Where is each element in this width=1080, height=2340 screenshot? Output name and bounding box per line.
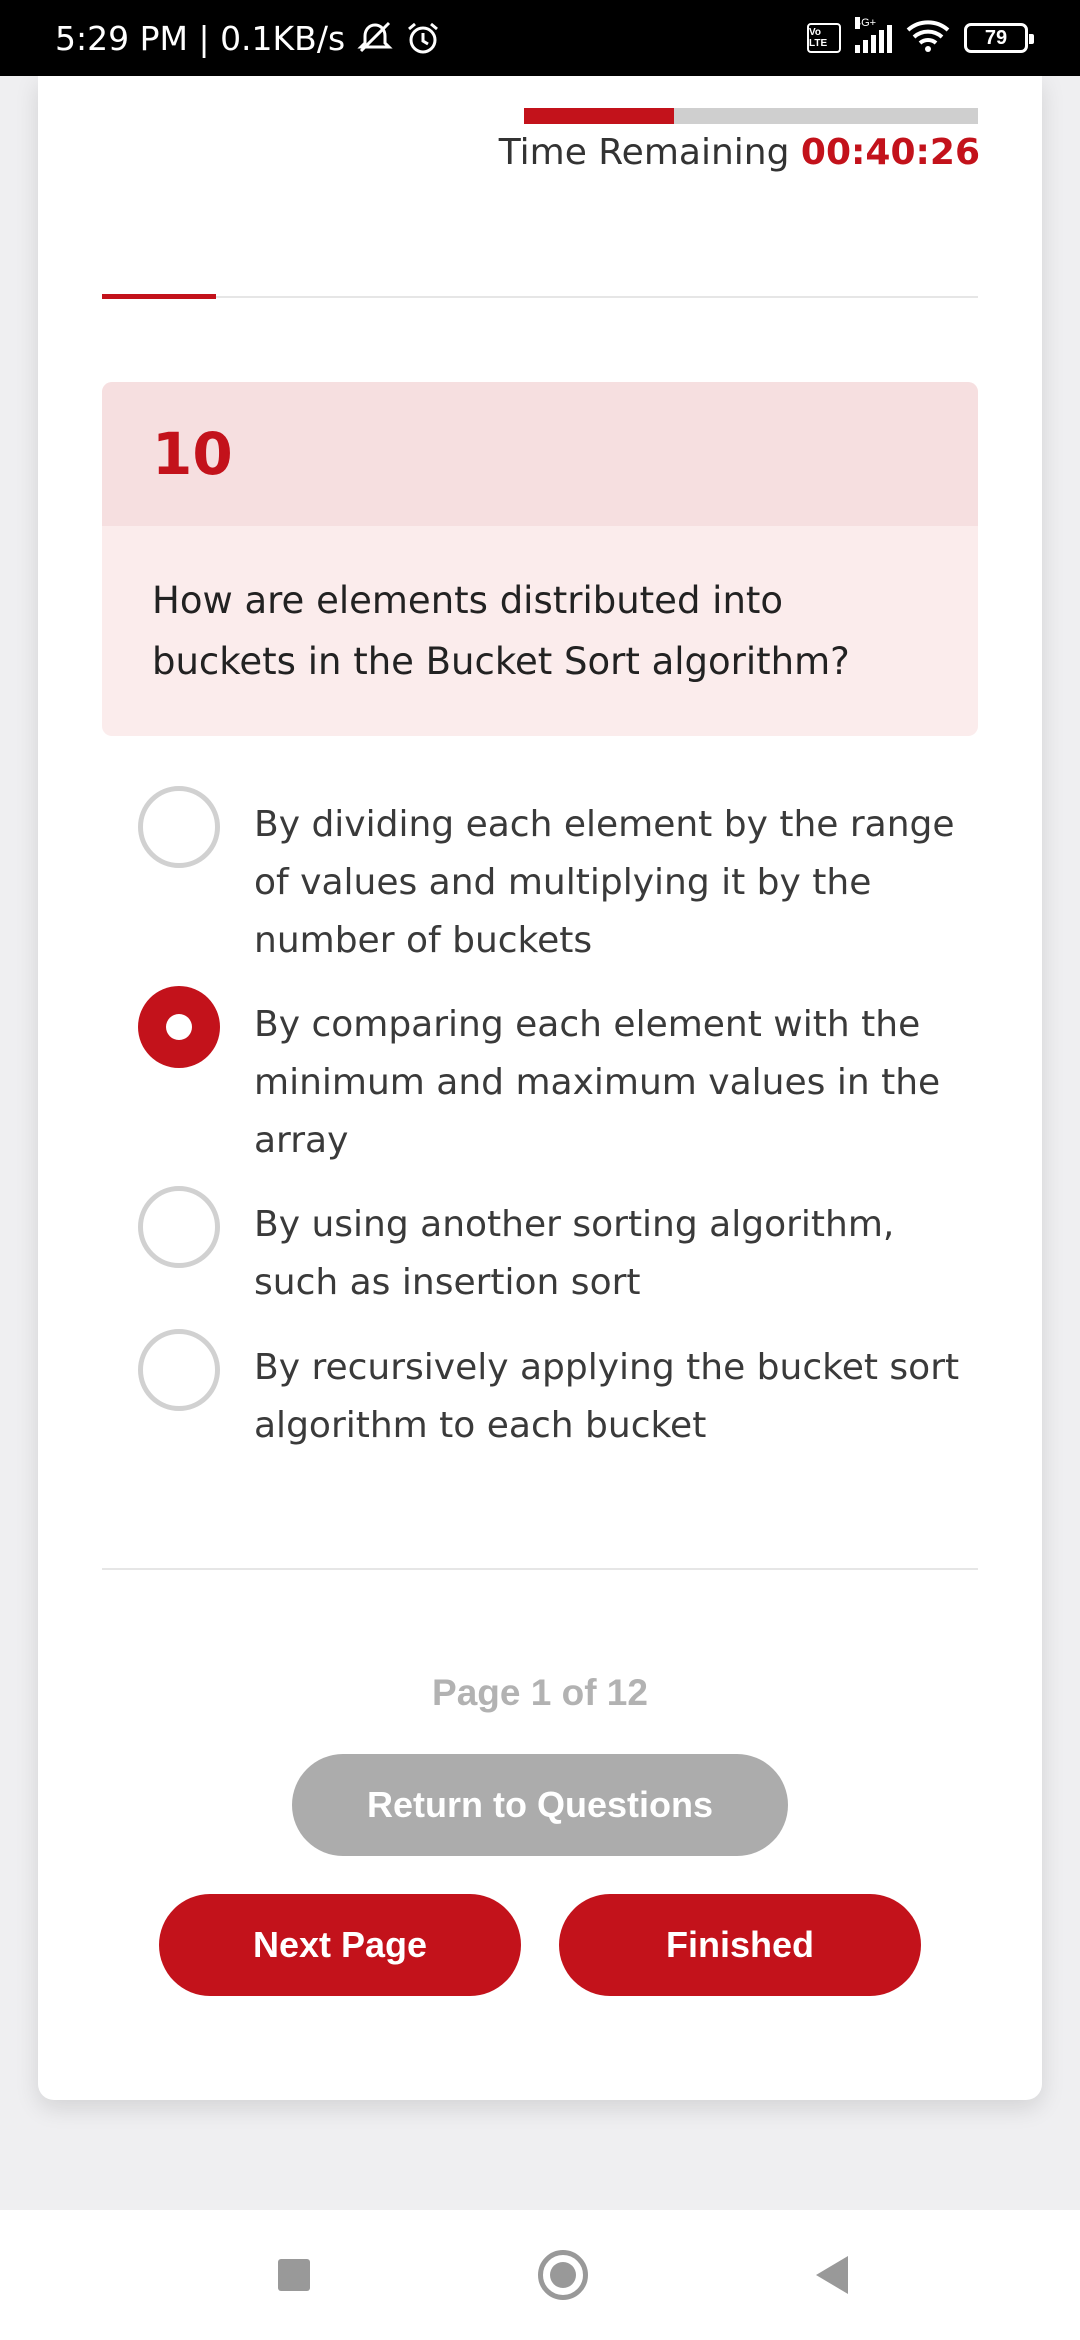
option-text[interactable]: By comparing each element with the minim… bbox=[254, 996, 989, 1170]
section-progress-indicator bbox=[102, 294, 216, 299]
radio-button[interactable] bbox=[138, 1329, 220, 1411]
time-remaining: Time Remaining 00:40:26 bbox=[499, 132, 980, 173]
question-box: 10 How are elements distributed into buc… bbox=[102, 382, 978, 736]
question-text: How are elements distributed into bucket… bbox=[152, 579, 850, 683]
radio-button[interactable] bbox=[138, 786, 220, 868]
question-header: 10 bbox=[102, 382, 978, 526]
question-number: 10 bbox=[152, 420, 233, 488]
answer-option-2[interactable]: By comparing each element with the minim… bbox=[138, 986, 1018, 1170]
network-type: 4G+ bbox=[855, 17, 877, 29]
section-divider bbox=[102, 294, 978, 299]
status-right: Vo LTE 4G+ 79 bbox=[807, 17, 1034, 57]
option-text[interactable]: By using another sorting algorithm, such… bbox=[254, 1196, 989, 1312]
radio-button[interactable] bbox=[138, 1186, 220, 1268]
timer-progress-bar bbox=[524, 108, 978, 124]
battery-level: 79 bbox=[984, 26, 1008, 49]
status-left: 5:29 PM | 0.1KB/s bbox=[55, 19, 441, 58]
volte-icon: Vo LTE bbox=[807, 23, 841, 53]
system-nav-bar bbox=[0, 2210, 1080, 2340]
alarm-icon bbox=[405, 20, 441, 56]
signal-icon: 4G+ bbox=[855, 17, 892, 53]
return-to-questions-button[interactable]: Return to Questions bbox=[292, 1754, 788, 1856]
home-icon[interactable] bbox=[538, 2250, 588, 2300]
recents-icon[interactable] bbox=[278, 2259, 310, 2291]
answer-option-1[interactable]: By dividing each element by the range of… bbox=[138, 786, 1018, 970]
time-remaining-value: 00:40:26 bbox=[800, 132, 980, 173]
option-text[interactable]: By recursively applying the bucket sort … bbox=[254, 1339, 989, 1455]
time-remaining-label: Time Remaining bbox=[498, 132, 790, 173]
wifi-icon bbox=[906, 19, 950, 57]
alarm-off-icon bbox=[357, 21, 393, 55]
option-text[interactable]: By dividing each element by the range of… bbox=[254, 796, 989, 970]
status-time-network: 5:29 PM | 0.1KB/s bbox=[55, 18, 346, 58]
timer-progress-fill bbox=[524, 108, 674, 124]
radio-button-selected[interactable] bbox=[138, 986, 220, 1068]
answer-option-4[interactable]: By recursively applying the bucket sort … bbox=[138, 1329, 1018, 1455]
back-icon[interactable] bbox=[816, 2256, 848, 2294]
battery-icon: 79 bbox=[964, 23, 1034, 53]
options-divider bbox=[102, 1568, 978, 1570]
answer-option-3[interactable]: By using another sorting algorithm, such… bbox=[138, 1186, 1018, 1312]
page-indicator: Page 1 of 12 bbox=[432, 1672, 648, 1713]
finished-button[interactable]: Finished bbox=[559, 1894, 921, 1996]
quiz-card: Time Remaining 00:40:26 10 How are eleme… bbox=[38, 76, 1042, 2100]
next-page-button[interactable]: Next Page bbox=[159, 1894, 521, 1996]
status-bar: 5:29 PM | 0.1KB/s Vo LTE 4G+ 79 bbox=[0, 0, 1080, 76]
